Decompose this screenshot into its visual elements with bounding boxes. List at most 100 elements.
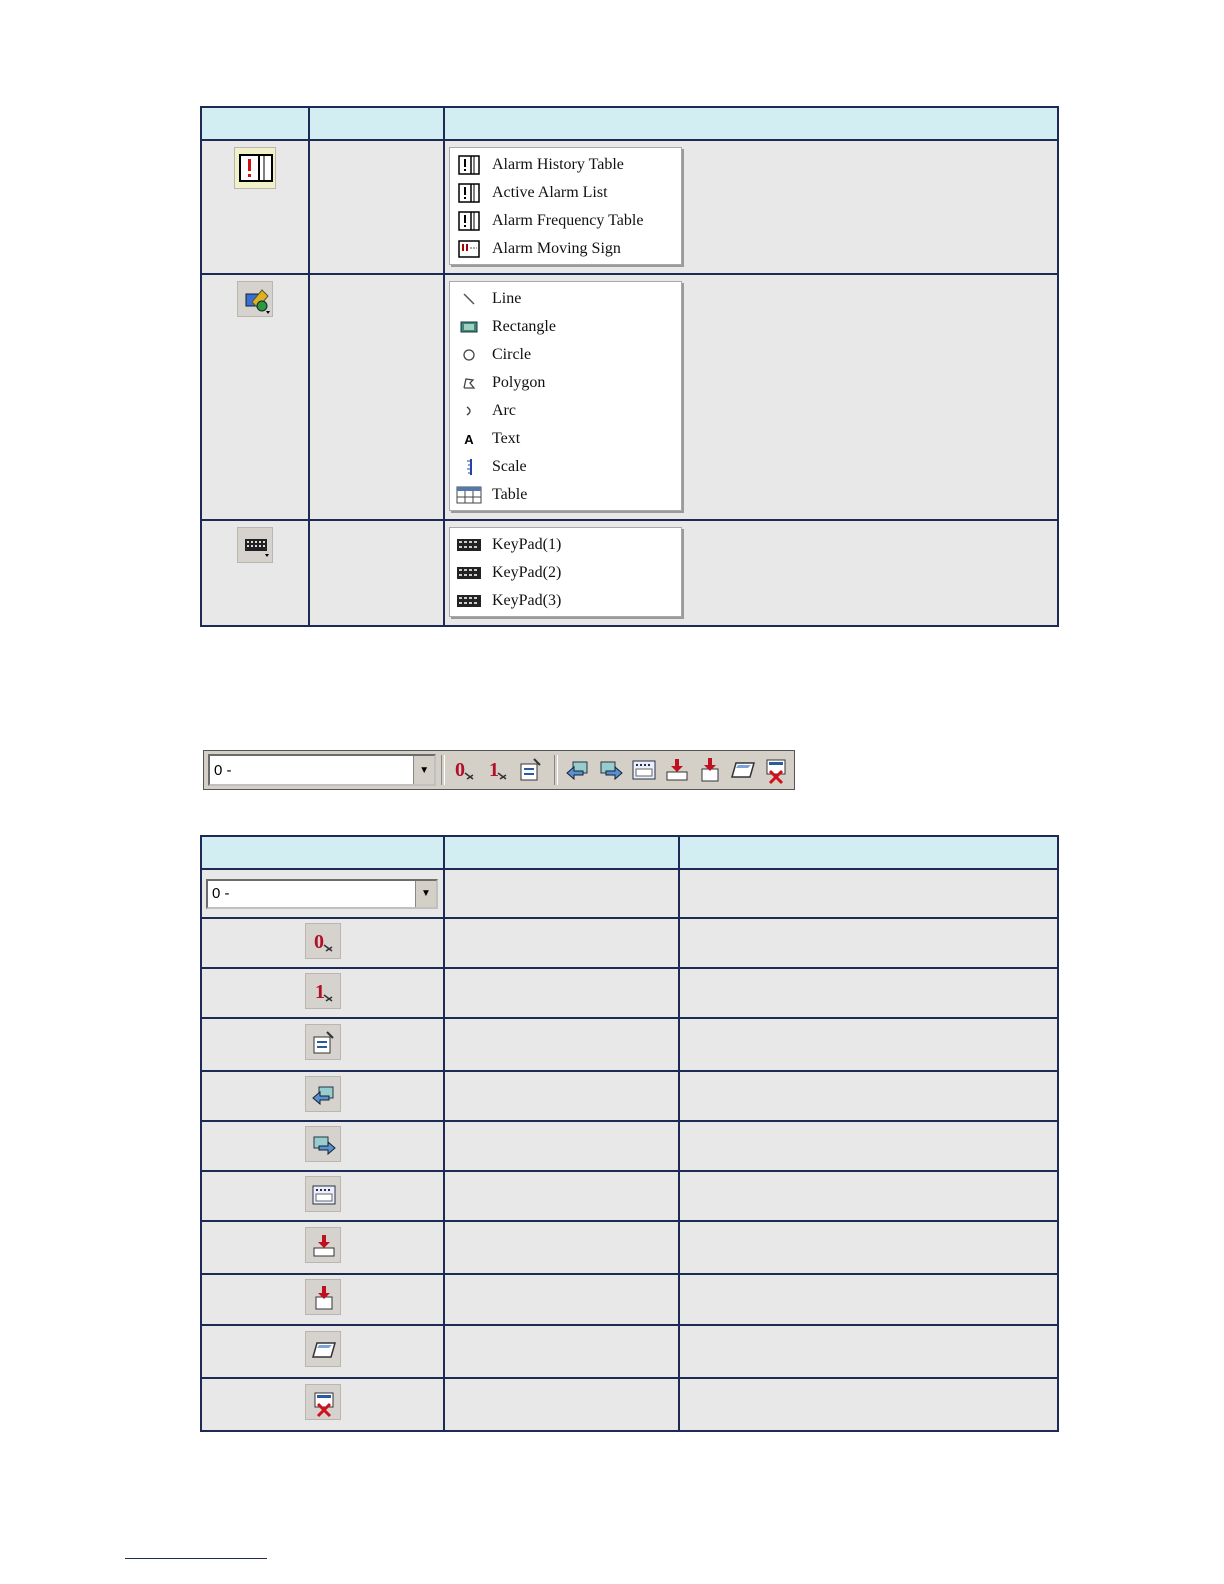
arc-icon [456,400,482,422]
description-cell [678,1273,1059,1326]
menu-item-label: Alarm Frequency Table [492,212,644,229]
alarm-icon[interactable] [234,147,276,189]
menu-item-alarm-moving-sign[interactable]: Alarm Moving Sign [450,235,681,263]
chevron-down-icon[interactable]: ▼ [415,880,436,907]
keypad-icon [456,534,482,556]
table-row [200,1273,1059,1326]
table-row [200,1377,1059,1432]
icon-cell: 0 - ▼ [200,868,445,919]
menu-item-label: Table [492,486,528,503]
screen-icon[interactable] [629,755,659,785]
icon-cell [200,1324,445,1379]
rectangle-icon [456,316,482,338]
back-icon[interactable] [563,755,593,785]
menu-item-alarm-frequency-table[interactable]: Alarm Frequency Table [450,207,681,235]
state-1-icon[interactable]: 1 [304,972,341,1009]
keypad-icon[interactable] [237,527,273,563]
forward-icon[interactable] [304,1125,341,1162]
scale-icon [456,456,482,478]
download-icon[interactable] [304,1227,341,1263]
description-cell [678,1377,1059,1432]
state-toolbar: 0 - ▼ 0 1 [203,750,795,790]
state-select[interactable]: 0 - ▼ [208,754,437,786]
back-icon[interactable] [304,1075,341,1112]
menu-item-label: Active Alarm List [492,184,608,201]
table-row [200,1170,1059,1222]
name-cell [443,1120,680,1172]
screen-icon[interactable] [304,1175,341,1212]
properties-icon[interactable] [304,1024,341,1060]
menu-item-keypad-1[interactable]: KeyPad(1) [450,531,681,559]
state-0-icon[interactable]: 0 [450,755,480,785]
menu-item-keypad-2[interactable]: KeyPad(2) [450,559,681,587]
state-1-icon[interactable]: 1 [483,755,513,785]
toolbar-separator [441,755,446,785]
keypad-icon [456,590,482,612]
svg-text:1: 1 [315,981,325,1003]
menu-item-scale[interactable]: Scale [450,453,681,481]
description-cell [678,917,1059,969]
menu-item-text[interactable]: A Text [450,425,681,453]
icon-cell: 1 [200,967,445,1019]
menu-item-active-alarm-list[interactable]: Active Alarm List [450,179,681,207]
download-icon[interactable] [662,755,692,785]
menu-item-label: Rectangle [492,318,556,335]
table-row: 1 [200,967,1059,1019]
menu-item-line[interactable]: Line [450,285,681,313]
delete-icon[interactable] [304,1384,341,1420]
menu-item-label: Arc [492,402,516,419]
menu-item-keypad-3[interactable]: KeyPad(3) [450,587,681,615]
state-select[interactable]: 0 - ▼ [206,878,438,909]
forward-icon[interactable] [596,755,626,785]
frame-icon[interactable] [304,1331,341,1367]
keypad-menu: KeyPad(1) KeyPad(2) KeyPad(3) [449,527,682,617]
name-cell [443,917,680,969]
table-row: 0 [200,917,1059,969]
description-cell [678,1324,1059,1379]
icon-cell [200,1017,445,1072]
state-0-icon[interactable]: 0 [304,922,341,959]
menu-item-label: Text [492,430,521,447]
name-cell [308,519,445,627]
table-row: Line Rectangle Circle Polygon Arc A Text… [200,273,1059,521]
name-cell [443,1170,680,1222]
header-cell [678,835,1059,870]
upload-icon[interactable] [304,1279,341,1315]
icon-cell: 0 [200,917,445,969]
icon-cell [200,1070,445,1122]
table-row: Alarm History Table Active Alarm List Al… [200,139,1059,275]
alarm-table-icon [456,182,482,204]
table-row [200,1324,1059,1379]
header-cell [443,106,1059,141]
polygon-icon [456,372,482,394]
header-cell [308,106,445,141]
menu-item-arc[interactable]: Arc [450,397,681,425]
icon-cell [200,1377,445,1432]
properties-icon[interactable] [516,755,546,785]
alarm-table-icon [456,210,482,232]
toolbar-description-table: 0 - ▼ 0 1 [200,835,1059,1432]
delete-icon[interactable] [761,755,791,785]
keypad-icon [456,562,482,584]
table-header-row [200,835,1059,870]
drawing-tools-icon[interactable] [237,281,273,317]
menu-item-circle[interactable]: Circle [450,341,681,369]
upload-icon[interactable] [695,755,725,785]
icon-cell [200,139,310,275]
name-cell [443,1220,680,1275]
alarm-menu: Alarm History Table Active Alarm List Al… [449,147,682,265]
menu-item-table[interactable]: Table [450,481,681,509]
table-icon [456,484,482,506]
chevron-down-icon[interactable]: ▼ [413,756,435,784]
menu-cell: Alarm History Table Active Alarm List Al… [443,139,1059,275]
menu-item-label: Circle [492,346,532,363]
menu-item-polygon[interactable]: Polygon [450,369,681,397]
table-row [200,1120,1059,1172]
menu-item-rectangle[interactable]: Rectangle [450,313,681,341]
frame-icon[interactable] [728,755,758,785]
icon-cell [200,519,310,627]
header-cell [443,835,680,870]
menu-item-alarm-history-table[interactable]: Alarm History Table [450,151,681,179]
description-cell [678,1017,1059,1072]
element-menu-table: Alarm History Table Active Alarm List Al… [200,106,1059,627]
